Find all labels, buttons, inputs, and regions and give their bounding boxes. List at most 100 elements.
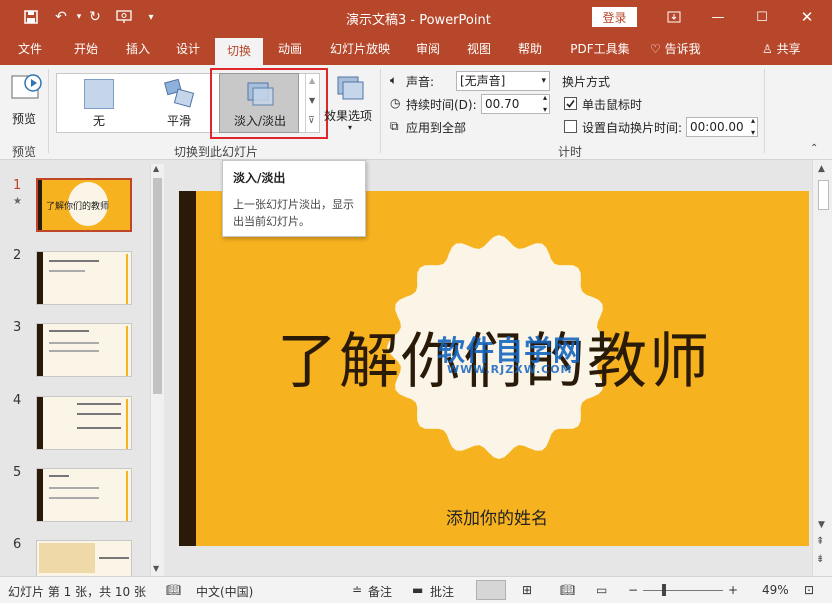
zoom-slider[interactable] [643,590,723,591]
after-time-checkbox[interactable] [564,120,577,133]
maximize-icon[interactable]: ☐ [750,6,774,28]
slide-thumbnail-6[interactable] [36,540,132,576]
slide-thumbnail-3[interactable] [36,323,132,377]
after-time-input[interactable]: 00:00.00 ▴ ▾ [686,115,758,139]
slideshow-icon[interactable]: ▭ [596,583,607,597]
slide-thumbnail-2[interactable] [36,251,132,305]
checkmark-icon [566,100,575,108]
ribbon-display-icon[interactable] [662,6,686,28]
collapse-ribbon-icon[interactable]: ⌃ [810,143,818,154]
sound-dropdown[interactable]: [无声音] ▾ [456,71,550,91]
tab-transitions[interactable]: 切换 [215,38,263,65]
tab-home[interactable]: 开始 [66,34,106,65]
transition-none-label: 无 [92,114,105,128]
duration-input[interactable]: 00.70 ▴ ▾ [481,92,550,116]
lightbulb-icon: ♡ [650,42,661,56]
zoom-in-icon[interactable]: + [728,583,738,597]
thumbnail-scrollbar[interactable]: ▲ ▼ [150,164,164,576]
close-icon[interactable]: ✕ [795,6,819,28]
login-button[interactable]: 登录 [592,7,637,27]
tab-slideshow[interactable]: 幻灯片放映 [322,34,398,65]
previous-slide-icon[interactable]: ⇞ [816,536,824,547]
watermark-url: WWW.RJZXW.COM [447,363,573,376]
thumb-bar [37,252,43,304]
ribbon: 预览 预览 无 平滑 淡入/淡出 ▲ ▼ ⊽ 效果选项 ▾ 切换到此幻灯片 🔈︎… [0,65,832,160]
thumb-line [49,350,99,352]
timing-group-label: 计时 [558,145,583,159]
effect-options-button[interactable]: 效果选项 ▾ [324,71,376,137]
scroll-down-icon[interactable]: ▼ [818,520,825,530]
tell-me[interactable]: ♡ 告诉我 [650,34,714,65]
tab-design[interactable]: 设计 [168,34,208,65]
ribbon-tabs: 文件 开始 插入 设计 切换 动画 幻灯片放映 审阅 视图 帮助 PDF工具集 … [0,34,832,65]
thumb-bar [37,469,43,521]
slide-number: 2 [13,248,22,263]
canvas-scrollbar[interactable]: ▲ ▼ ⇞ ⇟ [812,160,832,576]
transition-morph[interactable]: 平滑 [139,74,219,132]
share-button[interactable]: ♙ 共享 [762,34,812,65]
minimize-icon[interactable]: — [706,6,730,28]
save-icon[interactable] [20,7,42,27]
scroll-up-icon[interactable]: ▲ [153,164,159,173]
scroll-thumb[interactable] [153,178,162,394]
next-slide-icon[interactable]: ⇟ [816,554,824,565]
share-label: 共享 [776,42,801,56]
tab-animations[interactable]: 动画 [270,34,310,65]
thumb-line [77,427,121,429]
tab-view[interactable]: 视图 [459,34,499,65]
slide-number: 3 [13,320,22,335]
zoom-slider-thumb[interactable] [662,584,666,596]
comments-button[interactable]: 批注 [430,583,454,600]
preview-button[interactable]: 预览 [8,71,46,131]
slide-number: 4 [13,393,22,408]
presenter-icon[interactable] [113,7,135,27]
redo-icon[interactable]: ↻ [84,7,106,27]
effect-options-label: 效果选项 [324,109,373,123]
slide-subtitle[interactable]: 添加你的姓名 [179,504,809,529]
zoom-level[interactable]: 49% [762,583,789,597]
thumb-line [49,270,85,272]
slide-number: 6 [13,537,22,552]
thumb-line [49,497,99,499]
fit-slide-icon[interactable]: ⊡ [804,583,814,597]
transition-star-icon: ★ [13,196,22,207]
tell-me-label: 告诉我 [664,42,701,56]
current-slide[interactable]: 了解你们的教师 软件自学网 WWW.RJZXW.COM 添加你的姓名 [179,191,809,546]
scroll-down-icon[interactable]: ▼ [153,564,159,573]
duration-label: 持续时间(D): [406,98,477,112]
notes-button[interactable]: 备注 [368,583,392,600]
tooltip: 淡入/淡出 上一张幻灯片淡出，显示出当前幻灯片。 [222,160,366,237]
spinner-icon[interactable]: ▴ ▾ [543,92,547,116]
normal-view-icon[interactable] [476,580,506,600]
scroll-up-icon[interactable]: ▲ [818,164,825,174]
divider [380,69,381,153]
thumb-accent [126,254,128,304]
thumb-line [77,413,121,415]
thumb-bar [37,324,43,376]
tab-insert[interactable]: 插入 [118,34,158,65]
transition-morph-label: 平滑 [166,114,191,128]
tooltip-body: 上一张幻灯片淡出，显示出当前幻灯片。 [233,198,354,228]
tab-help[interactable]: 帮助 [510,34,550,65]
spinner-icon[interactable]: ▴ ▾ [751,115,755,139]
slide-thumbnail-5[interactable] [36,468,132,522]
status-bar: 幻灯片 第 1 张，共 10 张 📖︎ 中文(中国) ≐ 备注 ▬ 批注 ⊞ 📖… [0,576,832,603]
advance-title: 换片方式 [562,75,611,89]
spellcheck-icon[interactable]: 📖︎ [166,583,181,597]
on-click-checkbox[interactable] [564,97,577,110]
slide-thumbnail-panel: 1 ★ 了解你们的教师 2 3 4 5 6 ▲ ▼ [0,160,168,576]
zoom-out-icon[interactable]: − [628,583,638,597]
language[interactable]: 中文(中国) [196,583,253,600]
transition-none[interactable]: 无 [59,74,139,132]
customize-qat-icon[interactable]: ▾ [140,7,162,27]
notes-icon: ≐ [352,583,363,597]
scroll-thumb[interactable] [818,180,829,210]
slide-sorter-icon[interactable]: ⊞ [522,583,532,597]
apply-all-button[interactable]: 应用到全部 [406,119,466,136]
tab-file[interactable]: 文件 [10,34,50,65]
tab-pdf-tools[interactable]: PDF工具集 [562,34,638,65]
slide-thumbnail-1[interactable]: 了解你们的教师 [36,178,132,232]
reading-view-icon[interactable]: 📖︎ [560,583,575,597]
slide-thumbnail-4[interactable] [36,396,132,450]
tab-review[interactable]: 审阅 [408,34,448,65]
